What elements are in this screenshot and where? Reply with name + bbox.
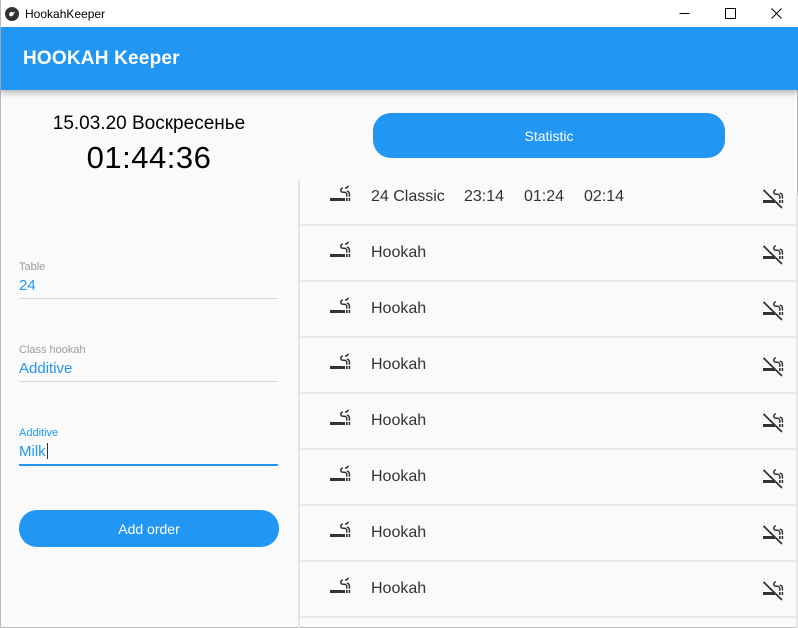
window-title: HookahKeeper [25,6,106,21]
close-icon [770,8,782,19]
app-bar: HOOKAH Keeper [1,27,798,90]
order-name: Hookah [371,580,427,597]
maximize-icon [724,8,736,19]
order-name: 24 Classic [371,188,445,205]
smoking-icon[interactable] [328,408,352,432]
add-order-button[interactable]: Add order [19,510,279,547]
no-smoking-icon[interactable] [761,466,785,490]
order-row[interactable]: Hookah [300,282,796,338]
app-logo-icon [5,6,19,21]
smoking-icon[interactable] [328,240,352,264]
no-smoking-icon[interactable] [761,242,785,266]
smoking-icon[interactable] [328,576,352,600]
additive-field-underline [19,464,278,466]
additive-field[interactable]: Additive Milk [19,427,278,466]
table-field-label: Table [19,261,46,273]
current-date: 15.03.20 Воскресенье [52,113,246,134]
no-smoking-icon[interactable] [761,522,785,546]
additive-field-label: Additive [19,427,59,439]
order-name: Hookah [371,524,427,541]
class-hookah-field-underline [19,381,278,382]
order-name: Hookah [371,244,427,261]
text-caret [46,443,48,459]
smoking-icon[interactable] [328,296,352,320]
window-controls [661,0,798,27]
order-row[interactable]: Hookah [300,450,796,506]
order-row[interactable]: Hookah [300,506,796,562]
order-row[interactable]: Hookah [300,226,796,282]
order-row[interactable]: 24 Classic 23:14 01:24 02:14 [300,170,796,226]
order-name: Hookah [371,356,427,373]
window-titlebar[interactable]: HookahKeeper [1,0,798,27]
smoking-icon[interactable] [328,520,352,544]
no-smoking-icon[interactable] [761,298,785,322]
order-list[interactable]: 24 Classic 23:14 01:24 02:14 Hookah Hook… [300,170,796,618]
maximize-button[interactable] [707,0,753,27]
table-field[interactable]: Table 24 [19,261,278,299]
order-name: Hookah [371,468,427,485]
additive-input[interactable]: Milk [19,441,278,463]
current-time: 01:44:36 [86,140,212,175]
app-window: HookahKeeper HOOKAH Keeper 15.03.20 Воск… [0,0,798,628]
order-name: Hookah [371,412,427,429]
no-smoking-icon[interactable] [761,354,785,378]
no-smoking-icon[interactable] [761,578,785,602]
order-name: Hookah [371,300,427,317]
minimize-button[interactable] [661,0,707,27]
minimize-icon [679,13,689,14]
class-hookah-field-label: Class hookah [19,344,86,356]
table-field-underline [19,298,278,299]
order-row[interactable]: Hookah [300,338,796,394]
order-coal-time: 01:24 [524,188,565,205]
close-button[interactable] [753,0,798,27]
no-smoking-icon[interactable] [761,186,785,210]
app-bar-title: HOOKAH Keeper [23,47,180,69]
order-row[interactable]: Hookah [300,562,796,618]
smoking-icon[interactable] [328,464,352,488]
order-end-time: 02:14 [584,188,625,205]
statistic-button[interactable]: Statistic [373,113,725,158]
smoking-icon[interactable] [328,352,352,376]
table-input[interactable]: 24 [19,275,278,297]
class-hookah-field[interactable]: Class hookah Additive [19,344,278,382]
additive-input-text: Milk [19,443,46,460]
smoking-icon[interactable] [328,184,352,208]
class-hookah-input[interactable]: Additive [19,358,278,380]
order-start-time: 23:14 [464,188,505,205]
no-smoking-icon[interactable] [761,410,785,434]
order-row[interactable]: Hookah [300,394,796,450]
